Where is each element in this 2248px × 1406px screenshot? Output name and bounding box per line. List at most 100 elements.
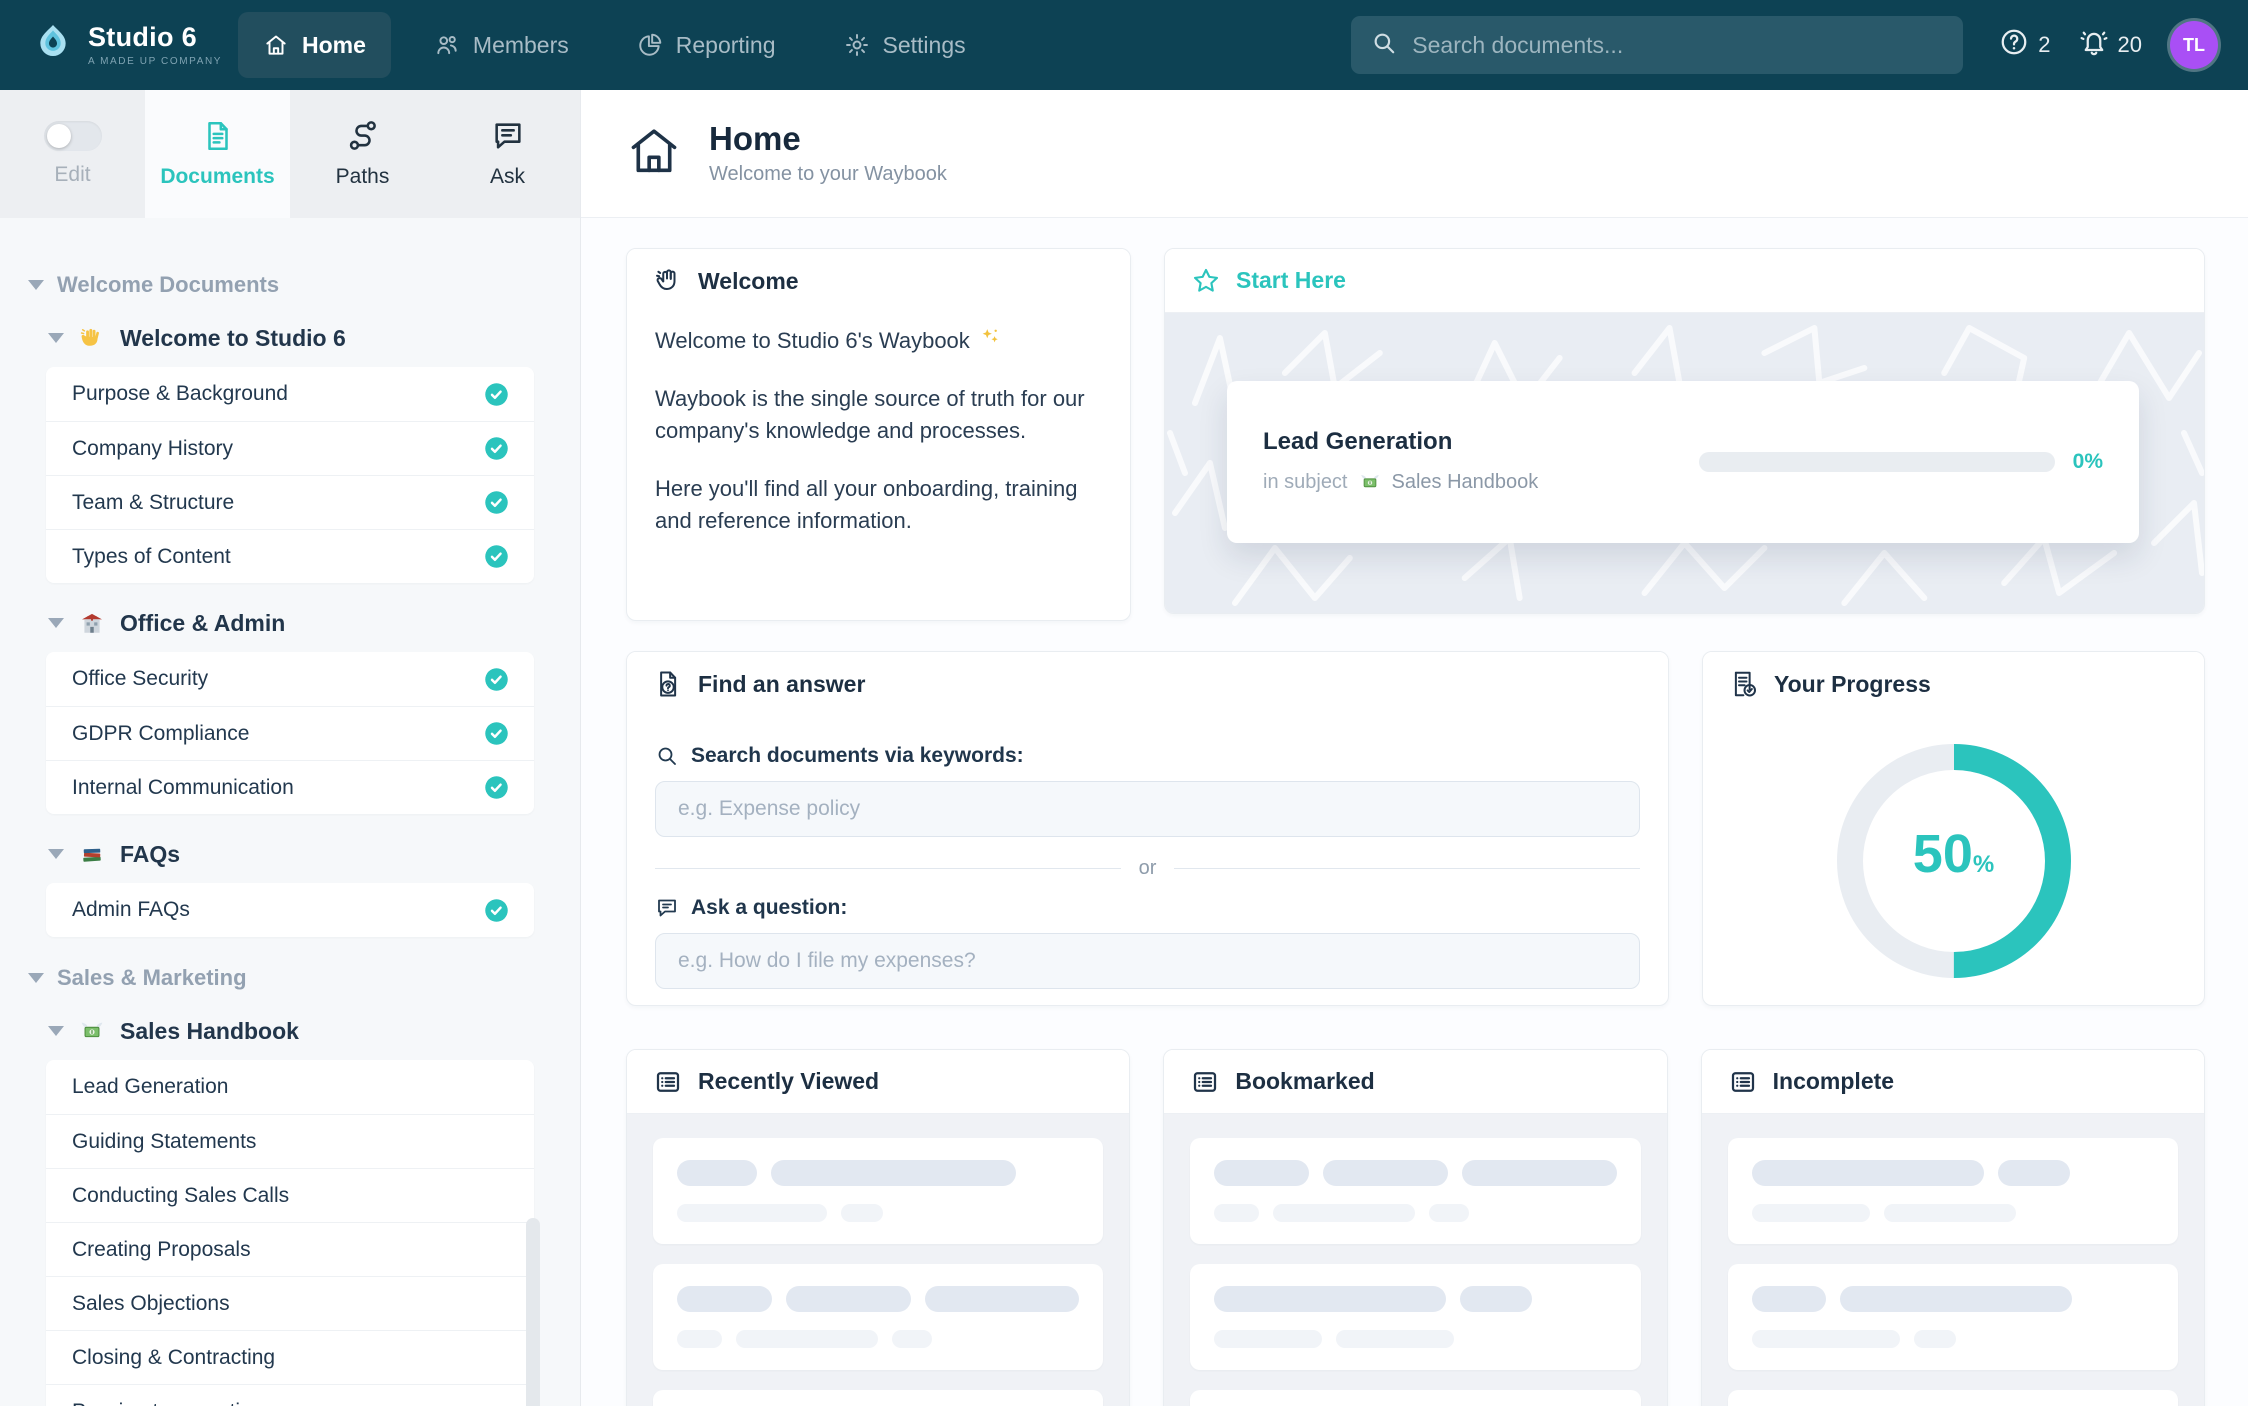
list-card-title: Bookmarked bbox=[1235, 1068, 1374, 1095]
start-here-card: Start Here bbox=[1164, 248, 2205, 614]
skeleton-pill bbox=[1752, 1286, 1826, 1312]
help-icon bbox=[1999, 27, 2029, 63]
tab-ask[interactable]: Ask bbox=[435, 90, 580, 218]
document-item-label: Sales Objections bbox=[72, 1292, 230, 1316]
document-item[interactable]: Conducting Sales Calls bbox=[46, 1168, 534, 1222]
tab-documents[interactable]: Documents bbox=[145, 90, 290, 218]
tree-group-sales-marketing[interactable]: Sales & Marketing bbox=[28, 965, 580, 991]
leaf-logo-icon bbox=[30, 20, 76, 71]
document-item[interactable]: Internal Communication bbox=[46, 760, 534, 814]
chevron-down-icon bbox=[48, 1026, 64, 1036]
keyword-search-label-row: Search documents via keywords: bbox=[655, 744, 1640, 768]
users-icon bbox=[434, 32, 460, 58]
sidebar-scrollbar-thumb[interactable] bbox=[526, 1218, 540, 1406]
document-item[interactable]: Passing to operations bbox=[46, 1384, 534, 1406]
document-item[interactable]: Company History bbox=[46, 421, 534, 475]
start-here-item-title: Lead Generation bbox=[1263, 428, 1699, 456]
global-search-input[interactable] bbox=[1412, 32, 1943, 59]
chevron-down-icon bbox=[28, 973, 44, 983]
welcome-paragraph: Welcome to Studio 6's Waybook bbox=[655, 323, 1102, 357]
document-item[interactable]: Closing & Contracting bbox=[46, 1330, 534, 1384]
nav-item-reporting[interactable]: Reporting bbox=[612, 12, 801, 78]
document-icon bbox=[201, 119, 235, 153]
wave-hand-icon bbox=[653, 266, 683, 296]
document-item-label: Types of Content bbox=[72, 545, 231, 569]
global-search[interactable] bbox=[1351, 16, 1963, 74]
skeleton-pill bbox=[1336, 1330, 1454, 1348]
tab-paths[interactable]: Paths bbox=[290, 90, 435, 218]
tab-label: Paths bbox=[336, 165, 390, 189]
money-wings-emoji bbox=[78, 1017, 106, 1045]
document-item-label: Purpose & Background bbox=[72, 382, 288, 406]
progress-donut-value: 50 % bbox=[1834, 741, 2074, 981]
welcome-paragraph: Waybook is the single source of truth fo… bbox=[655, 383, 1102, 447]
skeleton-pill bbox=[1462, 1160, 1617, 1186]
your-progress-body: 50 % bbox=[1703, 716, 2204, 1005]
user-avatar[interactable]: TL bbox=[2170, 21, 2218, 69]
start-here-item[interactable]: Lead Generation in subject Sales Handboo… bbox=[1227, 381, 2139, 543]
brand-logo[interactable]: Studio 6 A MADE UP COMPANY bbox=[30, 20, 236, 71]
document-item[interactable]: Team & Structure bbox=[46, 475, 534, 529]
nav-item-settings[interactable]: Settings bbox=[819, 12, 991, 78]
document-list: Purpose & Background Company HistoryTeam … bbox=[46, 367, 534, 583]
skeleton-pill bbox=[925, 1286, 1080, 1312]
chat-bubble-icon bbox=[655, 896, 679, 920]
document-item[interactable]: Types of Content bbox=[46, 529, 534, 583]
chat-icon bbox=[491, 119, 525, 153]
welcome-paragraph: Here you'll find all your onboarding, tr… bbox=[655, 473, 1102, 537]
nav-item-home[interactable]: Home bbox=[238, 12, 391, 78]
money-wings-emoji bbox=[1356, 468, 1384, 496]
skeleton-pill bbox=[841, 1204, 883, 1222]
route-icon bbox=[346, 119, 380, 153]
document-item-label: Creating Proposals bbox=[72, 1238, 251, 1262]
completed-check-icon bbox=[483, 543, 510, 570]
skeleton-item bbox=[653, 1138, 1103, 1244]
nav-item-members[interactable]: Members bbox=[409, 12, 594, 78]
edit-toggle[interactable] bbox=[44, 121, 102, 151]
find-answer-card: Find an answer Search documents via keyw… bbox=[626, 651, 1669, 1006]
completed-check-icon bbox=[483, 897, 510, 924]
skeleton-pill bbox=[677, 1286, 772, 1312]
tree-subject-label: FAQs bbox=[120, 841, 180, 868]
ask-question-input[interactable] bbox=[655, 933, 1640, 989]
home-page-icon bbox=[625, 122, 683, 185]
completed-check-icon bbox=[483, 435, 510, 462]
document-item-label: GDPR Compliance bbox=[72, 722, 249, 746]
skeleton-item bbox=[1728, 1264, 2178, 1370]
skeleton-item bbox=[653, 1264, 1103, 1370]
skeleton-pill bbox=[677, 1160, 757, 1186]
skeleton-item bbox=[1728, 1138, 2178, 1244]
skeleton-pill bbox=[1884, 1204, 2016, 1222]
tree-subject-sales-handbook[interactable]: Sales Handbook bbox=[48, 1017, 580, 1045]
skeleton-pill bbox=[677, 1204, 827, 1222]
search-small-icon bbox=[655, 744, 679, 768]
document-item[interactable]: Creating Proposals bbox=[46, 1222, 534, 1276]
notifications-button[interactable]: 20 bbox=[2079, 27, 2142, 63]
tree-subject-office-admin[interactable]: Office & Admin bbox=[48, 609, 580, 637]
document-item[interactable]: Sales Objections bbox=[46, 1276, 534, 1330]
chevron-down-icon bbox=[48, 849, 64, 859]
page-title: Home bbox=[709, 122, 947, 155]
keyword-search-input[interactable] bbox=[655, 781, 1640, 837]
tree-group-welcome-documents[interactable]: Welcome Documents bbox=[28, 272, 580, 298]
document-item[interactable]: GDPR Compliance bbox=[46, 706, 534, 760]
completed-check-icon bbox=[483, 489, 510, 516]
completed-check-icon bbox=[483, 666, 510, 693]
document-list: Admin FAQs bbox=[46, 883, 534, 937]
document-question-icon bbox=[653, 669, 683, 699]
welcome-card-body: Welcome to Studio 6's Waybook Waybook is… bbox=[627, 313, 1130, 536]
document-item[interactable]: Purpose & Background bbox=[46, 367, 534, 421]
help-button[interactable]: 2 bbox=[1999, 27, 2050, 63]
document-item[interactable]: Guiding Statements bbox=[46, 1114, 534, 1168]
tree-subject-faqs[interactable]: FAQs bbox=[48, 840, 580, 868]
document-item[interactable]: Office Security bbox=[46, 652, 534, 706]
skeleton-pill bbox=[1752, 1330, 1900, 1348]
document-item[interactable]: Lead Generation bbox=[46, 1060, 534, 1114]
document-item-label: Passing to operations bbox=[72, 1400, 274, 1406]
tree-subject-welcome-to-studio-6[interactable]: Welcome to Studio 6 bbox=[48, 324, 580, 352]
wave-emoji bbox=[78, 324, 106, 352]
chevron-down-icon bbox=[28, 280, 44, 290]
document-item[interactable]: Admin FAQs bbox=[46, 883, 534, 937]
brand-name: Studio 6 bbox=[88, 24, 222, 51]
your-progress-header: Your Progress bbox=[1703, 652, 2204, 716]
